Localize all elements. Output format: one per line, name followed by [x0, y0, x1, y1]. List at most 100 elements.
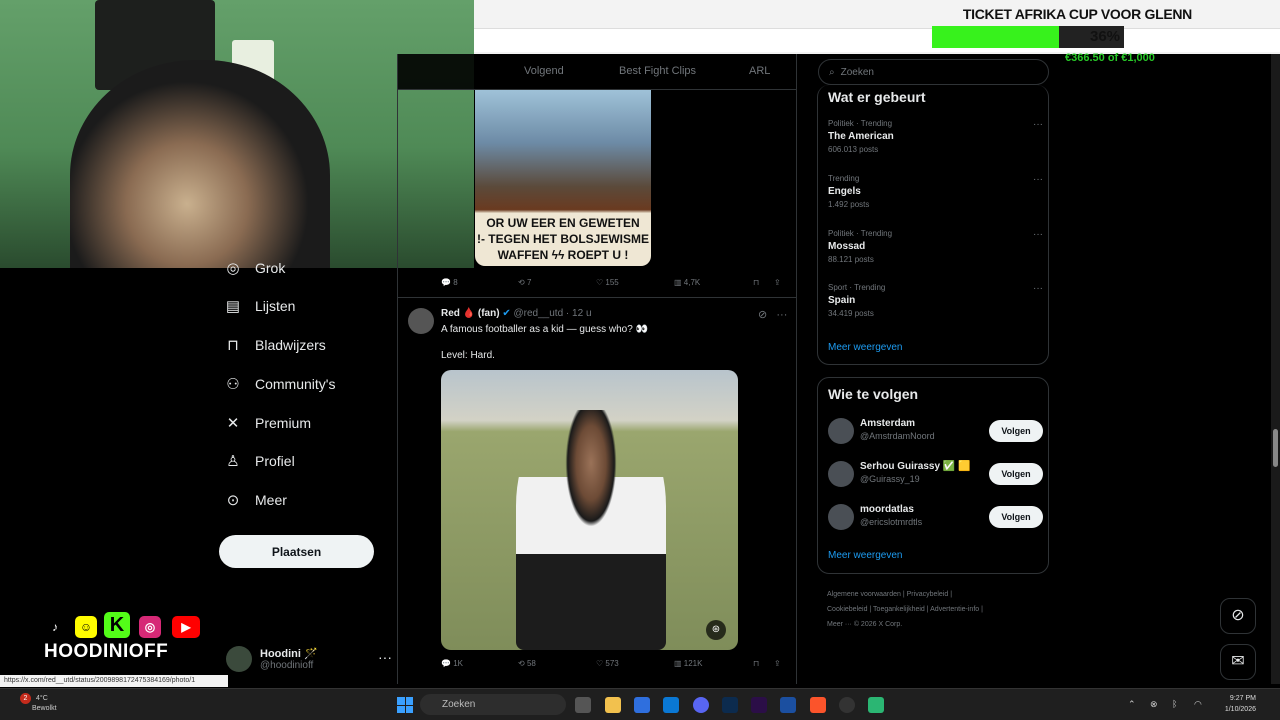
poster-text: WAFFEN ϟϟ ROEPT U ! — [497, 248, 629, 262]
taskbar-search[interactable]: Zoeken — [420, 694, 566, 715]
tweet[interactable]: Red 🩸 (fan) ✔ @red__utd · 12 u ⊘ ··· A f… — [398, 297, 796, 684]
tweet-image[interactable]: ⊛ — [441, 370, 738, 650]
edge-icon[interactable] — [663, 697, 679, 713]
app-icon[interactable] — [839, 697, 855, 713]
footer-line[interactable]: Meer ··· © 2026 X Corp. — [827, 617, 1047, 632]
network-icon[interactable]: ⊗ — [1150, 699, 1158, 710]
tweet-actions: 💬 8 ⟲ 7 ♡ 155 ▥ 4,7K ⊓ ⇪ — [441, 278, 791, 292]
follow-button[interactable]: Volgen — [989, 506, 1043, 528]
bookmark-icon[interactable]: ⊓ — [753, 659, 759, 668]
tweet-author-name[interactable]: Red 🩸 (fan) — [441, 308, 500, 319]
more-circle-icon: ⊙ — [226, 492, 240, 509]
clock-time: 9:27 PM — [1229, 695, 1256, 702]
grok-icon[interactable]: ⊘ — [758, 309, 767, 321]
trend-post-count: 1.492 posts — [828, 200, 870, 209]
weather-temp: 4°C — [36, 695, 48, 702]
show-more-link[interactable]: Meer weergeven — [828, 342, 902, 353]
bookmark-icon[interactable]: ⊓ — [753, 278, 759, 287]
repost-button[interactable]: ⟲ 7 — [518, 278, 531, 287]
like-button[interactable]: ♡ 573 — [596, 659, 619, 668]
footer-links: Algemene voorwaarden | Privacybeleid | C… — [827, 587, 1047, 632]
reply-button[interactable]: 💬 1K — [441, 659, 463, 668]
nav-item-profile[interactable]: ♙ Profiel — [225, 448, 294, 474]
more-options-icon[interactable]: ··· — [378, 649, 392, 665]
tweet-time[interactable]: 12 u — [572, 308, 591, 319]
scrollbar[interactable] — [1271, 54, 1280, 684]
show-more-link[interactable]: Meer weergeven — [828, 550, 902, 561]
account-switcher[interactable]: Hoodini 🪄 @hoodinioff ··· — [226, 643, 396, 675]
follow-suggestion[interactable]: Amsterdam @AmstrdamNoord Volgen — [828, 416, 1043, 446]
timeline: OR UW EER EN GEWETEN !- TEGEN HET BOLSJE… — [397, 54, 797, 684]
follow-button[interactable]: Volgen — [989, 420, 1043, 442]
discord-icon[interactable] — [693, 697, 709, 713]
avatar[interactable] — [828, 461, 854, 487]
post-button[interactable]: Plaatsen — [219, 535, 374, 568]
task-view-icon[interactable] — [575, 697, 591, 713]
follow-suggestion[interactable]: moordatlas @ericslotmrdtls Volgen — [828, 502, 1043, 532]
trend-item[interactable]: Sport · Trending Spain 34.419 posts ··· — [828, 283, 1043, 331]
scrollbar-thumb[interactable] — [1273, 429, 1278, 467]
tab-arl[interactable]: ARL — [749, 65, 770, 77]
avatar[interactable] — [828, 418, 854, 444]
premiere-icon[interactable] — [751, 697, 767, 713]
footer-line[interactable]: Cookiebeleid | Toegankelijkheid | Advert… — [827, 602, 1047, 617]
trend-item[interactable]: Trending Engels 1.492 posts ··· — [828, 174, 1043, 222]
grok-analyze-icon[interactable]: ⊛ — [706, 620, 726, 640]
kick-icon: K — [104, 612, 130, 638]
views-button[interactable]: ▥ 121K — [674, 659, 702, 668]
photoshop-icon[interactable] — [722, 697, 738, 713]
tweet-image-poster[interactable]: OR UW EER EN GEWETEN !- TEGEN HET BOLSJE… — [475, 90, 651, 266]
reply-button[interactable]: 💬 8 — [441, 278, 458, 287]
nav-item-grok[interactable]: ◎ Grok — [225, 255, 285, 281]
nav-item-premium[interactable]: ✕ Premium — [225, 410, 311, 436]
more-options-icon[interactable]: ··· — [1033, 229, 1043, 240]
store-icon[interactable] — [634, 697, 650, 713]
bluetooth-icon[interactable]: ᛒ — [1172, 699, 1177, 709]
views-button[interactable]: ▥ 4,7K — [674, 278, 700, 287]
communities-icon: ⚇ — [226, 376, 240, 393]
tweet-author-handle[interactable]: @red__utd — [514, 308, 564, 319]
more-options-icon[interactable]: ··· — [1033, 119, 1043, 130]
share-icon[interactable]: ⇪ — [774, 278, 781, 287]
avatar[interactable] — [408, 308, 434, 334]
obs-icon[interactable] — [780, 697, 796, 713]
grok-icon[interactable]: ⊘ — [1220, 598, 1256, 634]
suggestion-handle: @ericslotmrdtls — [860, 517, 923, 527]
share-icon[interactable]: ⇪ — [774, 659, 781, 668]
trend-item[interactable]: Politiek · Trending The American 606.013… — [828, 119, 1043, 167]
follow-button[interactable]: Volgen — [989, 463, 1043, 485]
profile-icon: ♙ — [226, 453, 240, 470]
tweet-options: ⊘ ··· — [758, 308, 787, 321]
follow-suggestion[interactable]: Serhou Guirassy ✅ 🟨 @Guirassy_19 Volgen — [828, 459, 1043, 489]
search-input[interactable]: ⌕ Zoeken — [818, 59, 1049, 85]
tweet-header: Red 🩸 (fan) ✔ @red__utd · 12 u — [441, 308, 592, 319]
weather-widget[interactable]: 4°C Bewolkt — [32, 694, 57, 714]
more-options-icon[interactable]: ··· — [1033, 174, 1043, 185]
tab-following[interactable]: Volgend — [524, 65, 564, 77]
brave-icon[interactable] — [810, 697, 826, 713]
trend-topic: The American — [828, 131, 894, 142]
wifi-icon[interactable]: ◠ — [1194, 699, 1202, 710]
trend-category: Politiek · Trending — [828, 229, 893, 238]
system-clock[interactable]: 9:27 PM 1/10/2026 — [1225, 693, 1256, 715]
instagram-icon: ◎ — [139, 616, 161, 638]
nav-item-lists[interactable]: ▤ Lijsten — [225, 293, 296, 319]
app-icon[interactable] — [868, 697, 884, 713]
chevron-up-icon[interactable]: ⌃ — [1128, 699, 1136, 710]
windows-start-icon[interactable] — [397, 697, 413, 713]
avatar[interactable] — [828, 504, 854, 530]
repost-button[interactable]: ⟲ 58 — [518, 659, 536, 668]
tab-best-fight-clips[interactable]: Best Fight Clips — [619, 65, 696, 77]
file-explorer-icon[interactable] — [605, 697, 621, 713]
footer-line[interactable]: Algemene voorwaarden | Privacybeleid | — [827, 587, 1047, 602]
messages-icon[interactable]: ✉ — [1220, 644, 1256, 680]
nav-item-more[interactable]: ⊙ Meer — [225, 487, 287, 513]
more-options-icon[interactable]: ··· — [1033, 283, 1043, 294]
trend-item[interactable]: Politiek · Trending Mossad 88.121 posts … — [828, 229, 1043, 277]
more-options-icon[interactable]: ··· — [776, 309, 787, 321]
suggestion-handle: @AmstrdamNoord — [860, 431, 935, 441]
nav-item-communities[interactable]: ⚇ Community's — [225, 371, 335, 397]
nav-item-bookmarks[interactable]: ⊓ Bladwijzers — [225, 332, 326, 358]
bookmark-icon: ⊓ — [227, 337, 239, 354]
like-button[interactable]: ♡ 155 — [596, 278, 619, 287]
